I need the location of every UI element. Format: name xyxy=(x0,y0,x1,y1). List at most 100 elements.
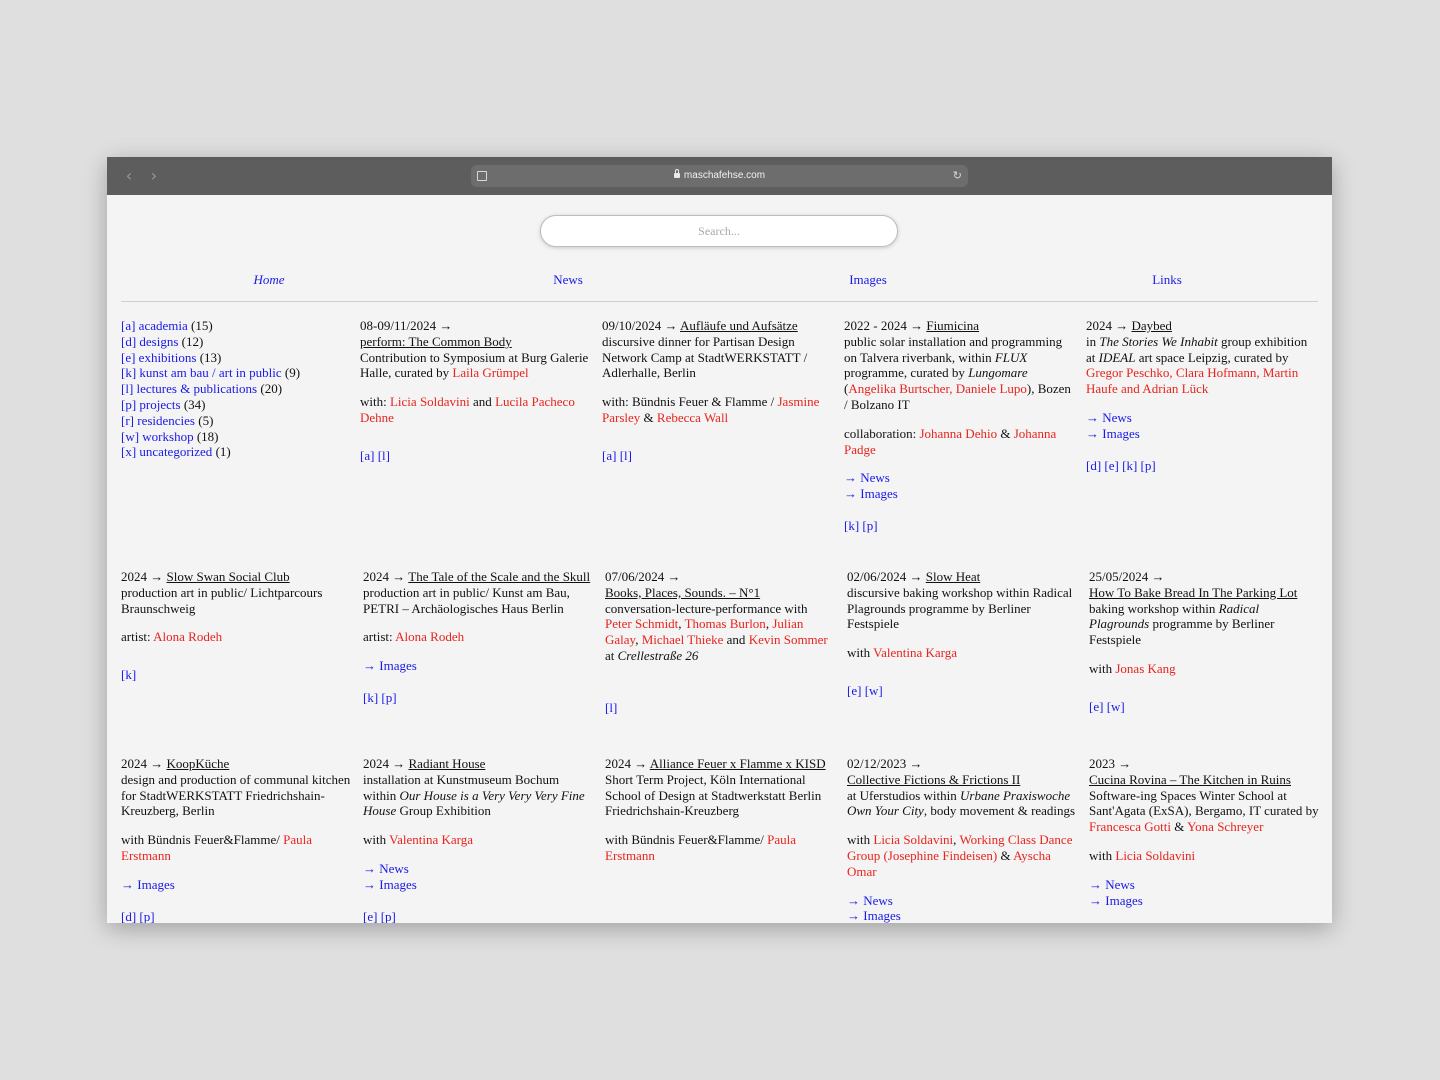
category-link[interactable]: [x] uncategorized xyxy=(121,444,212,459)
browser-window: ‹ › maschafehse.com ↻ Home News Images L… xyxy=(107,157,1332,923)
category-count: (13) xyxy=(199,349,222,365)
category-link[interactable]: [k] kunst am bau / art in public xyxy=(121,365,282,380)
news-link[interactable]: → News xyxy=(1086,410,1132,425)
category-link[interactable]: [r] residencies xyxy=(121,413,195,428)
tag-link[interactable]: [e] xyxy=(1089,699,1103,714)
person-link[interactable]: Laila Grümpel xyxy=(452,365,528,380)
nav-home[interactable]: Home xyxy=(209,272,329,288)
person-link[interactable]: Licia Soldavini xyxy=(1115,848,1195,863)
entry-title-link[interactable]: KoopKüche xyxy=(167,756,230,771)
images-link[interactable]: → Images xyxy=(363,877,417,892)
person-link[interactable]: Peter Schmidt xyxy=(605,616,678,631)
reload-icon[interactable]: ↻ xyxy=(953,166,962,186)
entry-title-link[interactable]: Radiant House xyxy=(409,756,486,771)
tag-link[interactable]: [e] xyxy=(847,683,861,698)
entry-desc: Software-ing Spaces Winter School at San… xyxy=(1089,787,1319,819)
entry-desc: discursive baking workshop within Radica… xyxy=(847,584,1073,632)
person-link[interactable]: Jonas Kang xyxy=(1115,661,1175,676)
category-link[interactable]: [p] projects xyxy=(121,397,181,412)
images-link[interactable]: → Images xyxy=(1086,426,1140,441)
person-link[interactable]: Gregor Peschko, Clara Hofmann, Martin Ha… xyxy=(1086,365,1298,396)
tag-link[interactable]: [l] xyxy=(620,448,632,463)
person-link[interactable]: Thomas Burlon xyxy=(685,616,766,631)
entry-title-link[interactable]: Daybed xyxy=(1132,318,1172,333)
category-item: [e] exhibitions (13) xyxy=(121,350,353,366)
entry-title-link[interactable]: The Tale of the Scale and the Skull xyxy=(408,569,590,584)
person-link[interactable]: Rebecca Wall xyxy=(657,410,728,425)
entry-desc: , body movement & readings xyxy=(923,803,1076,819)
news-link[interactable]: → News xyxy=(1089,877,1135,892)
person-link[interactable]: Johanna Dehio xyxy=(919,426,997,441)
category-link[interactable]: [e] exhibitions xyxy=(121,350,196,365)
person-link[interactable]: Valentina Karga xyxy=(873,645,957,660)
tag-link[interactable]: [k] xyxy=(1122,458,1137,473)
nav-news[interactable]: News xyxy=(508,272,628,288)
entry-italic: Lungomare xyxy=(968,365,1028,381)
search-input[interactable] xyxy=(541,216,897,246)
entry-date: 07/06/2024 → xyxy=(605,569,681,584)
category-item: [k] kunst am bau / art in public (9) xyxy=(121,365,353,381)
news-link[interactable]: → News xyxy=(363,861,409,876)
entry-title-link[interactable]: Fiumicina xyxy=(926,318,979,333)
forward-icon[interactable]: › xyxy=(144,166,164,186)
entry-with: with xyxy=(363,832,390,848)
images-link[interactable]: → Images xyxy=(1089,893,1143,908)
address-bar[interactable]: maschafehse.com ↻ xyxy=(471,165,968,187)
category-item: [l] lectures & publications (20) xyxy=(121,381,353,397)
tag-link[interactable]: [e] xyxy=(1104,458,1118,473)
news-link[interactable]: → News xyxy=(844,470,890,485)
person-link[interactable]: Michael Thieke xyxy=(642,632,724,647)
category-link[interactable]: [w] workshop xyxy=(121,429,194,444)
person-link[interactable]: Yona Schreyer xyxy=(1187,819,1263,834)
entry-title-link[interactable]: Collective Fictions & Frictions II xyxy=(847,772,1020,787)
images-link[interactable]: → Images xyxy=(121,877,175,892)
category-link[interactable]: [d] designs xyxy=(121,334,178,349)
entry-title-link[interactable]: How To Bake Bread In The Parking Lot xyxy=(1089,585,1297,600)
tag-link[interactable]: [e] xyxy=(363,909,377,923)
entry-desc: at Uferstudios within xyxy=(847,787,961,803)
entry-title-link[interactable]: perform: The Common Body xyxy=(360,334,512,349)
person-link[interactable]: Francesca Gotti xyxy=(1089,819,1171,834)
tag-link[interactable]: [k] xyxy=(363,690,378,705)
nav-links[interactable]: Links xyxy=(1107,272,1227,288)
tag-link[interactable]: [p] xyxy=(139,909,154,923)
person-link[interactable]: Angelika Burtscher xyxy=(848,381,949,396)
tag-link[interactable]: [l] xyxy=(605,700,617,715)
entry-title-link[interactable]: Cucina Rovina – The Kitchen in Ruins xyxy=(1089,772,1291,787)
tag-link[interactable]: [a] xyxy=(602,448,616,463)
tag-link[interactable]: [k] xyxy=(844,518,859,533)
person-link[interactable]: Licia Soldavini xyxy=(873,832,953,847)
entry-title-link[interactable]: Aufläufe und Aufsätze xyxy=(680,318,798,333)
tag-link[interactable]: [p] xyxy=(381,690,396,705)
back-icon[interactable]: ‹ xyxy=(119,166,139,186)
search-box[interactable] xyxy=(540,215,898,247)
person-link[interactable]: Valentina Karga xyxy=(389,832,473,847)
person-link[interactable]: Daniele Lupo xyxy=(956,381,1027,396)
tag-link[interactable]: [a] xyxy=(360,448,374,463)
person-link[interactable]: Licia Soldavini xyxy=(390,394,470,409)
tag-link[interactable]: [d] xyxy=(121,909,136,923)
entry-title-link[interactable]: Slow Swan Social Club xyxy=(167,569,290,584)
entry-title-link[interactable]: Slow Heat xyxy=(926,569,981,584)
entry-title-link[interactable]: Books, Places, Sounds. – N°1 xyxy=(605,585,760,600)
news-link[interactable]: → News xyxy=(847,893,893,908)
images-link[interactable]: → Images xyxy=(363,658,417,673)
tag-link[interactable]: [w] xyxy=(865,683,883,698)
person-link[interactable]: Alona Rodeh xyxy=(395,629,464,644)
tag-link[interactable]: [p] xyxy=(381,909,396,923)
entry-date: 02/12/2023 → xyxy=(847,756,923,771)
tag-link[interactable]: [l] xyxy=(378,448,390,463)
tag-link[interactable]: [d] xyxy=(1086,458,1101,473)
nav-images[interactable]: Images xyxy=(808,272,928,288)
images-link[interactable]: → Images xyxy=(847,908,901,923)
tag-link[interactable]: [p] xyxy=(1141,458,1156,473)
person-link[interactable]: Kevin Sommer xyxy=(749,632,828,647)
images-link[interactable]: → Images xyxy=(844,486,898,501)
category-link[interactable]: [l] lectures & publications xyxy=(121,381,257,396)
tag-link[interactable]: [p] xyxy=(862,518,877,533)
tag-link[interactable]: [k] xyxy=(121,667,136,682)
tag-link[interactable]: [w] xyxy=(1107,699,1125,714)
entry-title-link[interactable]: Alliance Feuer x Flamme x KISD xyxy=(650,756,826,771)
category-link[interactable]: [a] academia xyxy=(121,318,188,333)
person-link[interactable]: Alona Rodeh xyxy=(153,629,222,644)
